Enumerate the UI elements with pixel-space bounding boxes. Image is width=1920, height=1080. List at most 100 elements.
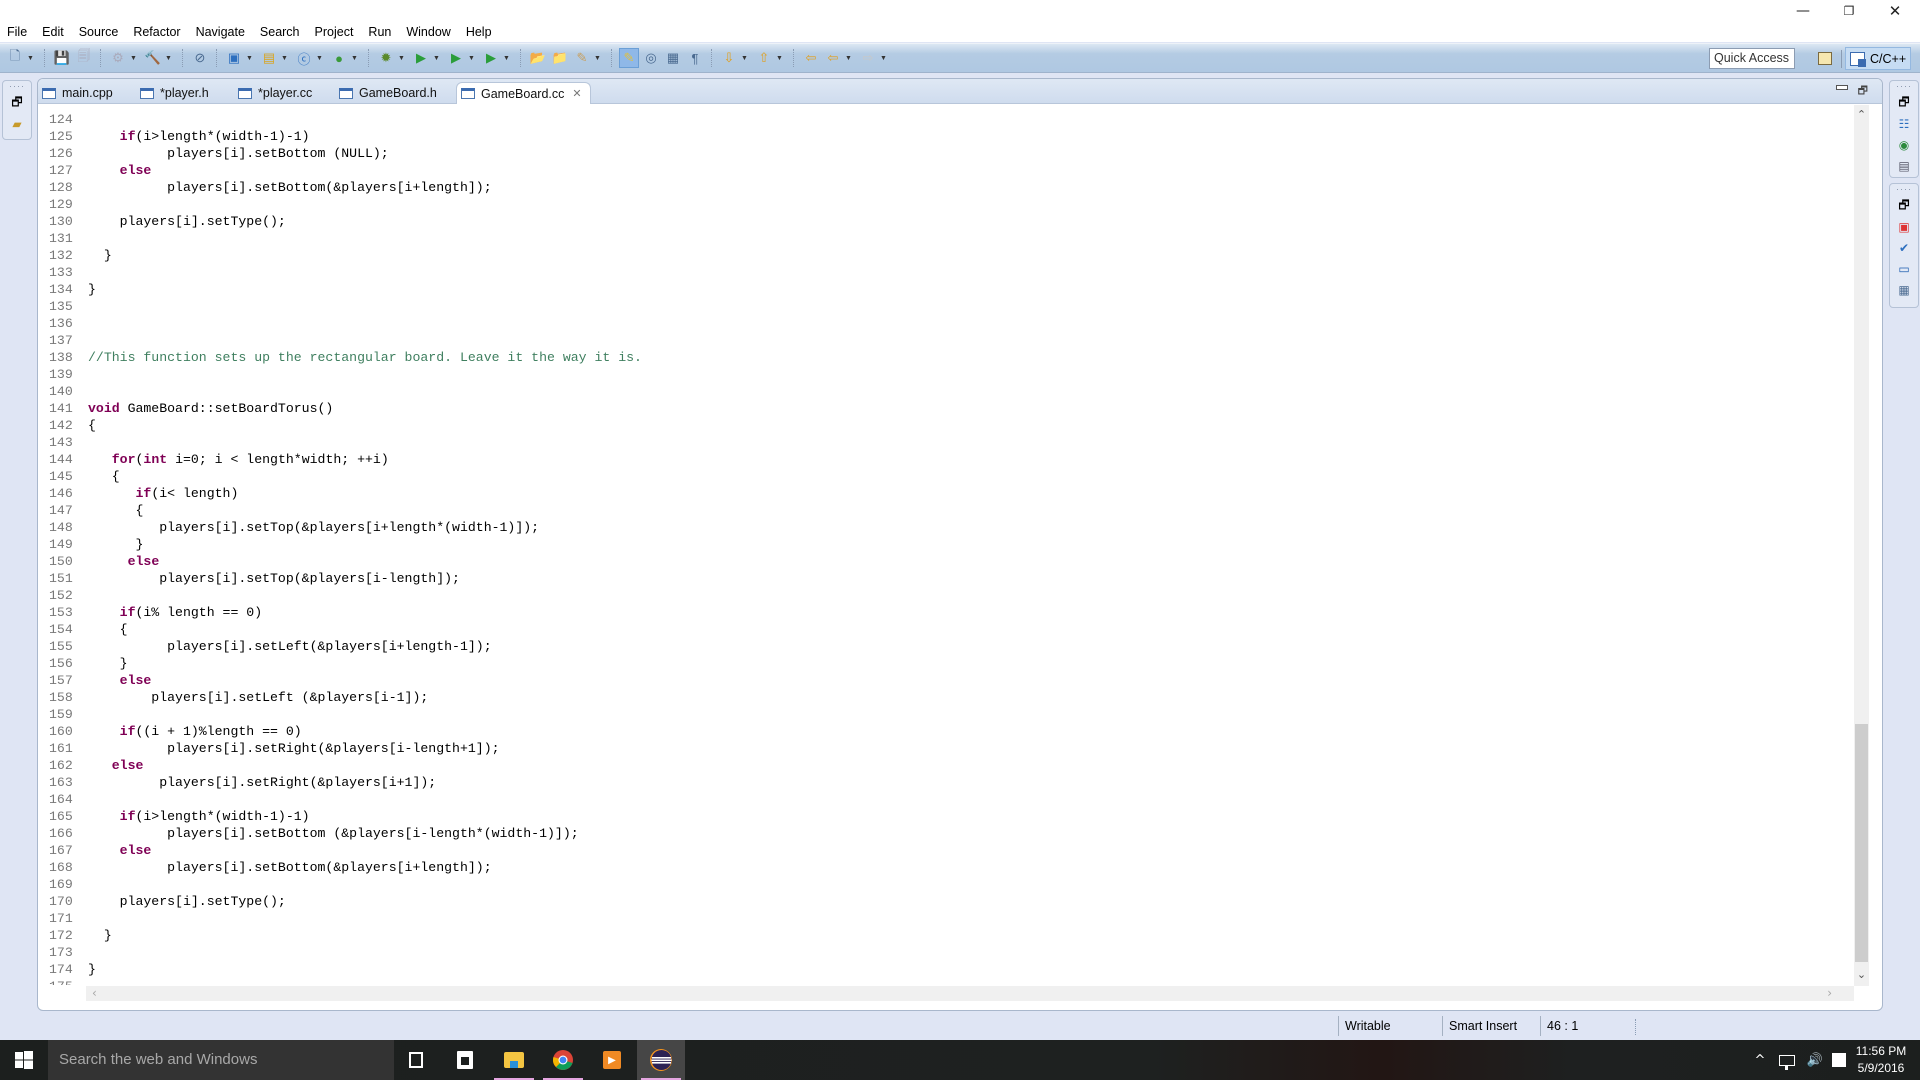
skip-breakpoints-button[interactable]: ⊘ [190, 48, 210, 68]
code-line[interactable]: 138 //This function sets up the rectangul… [38, 349, 1853, 366]
code-line[interactable]: 139 [38, 366, 1853, 383]
restore-icon[interactable]: 🗗 [1894, 197, 1914, 215]
external-tools-button[interactable]: ▶ [481, 48, 501, 68]
tasks-icon[interactable]: ✔ [1894, 239, 1914, 257]
code-line[interactable]: 151 players[i].setTop(&players[i-length]… [38, 570, 1853, 587]
open-element-button[interactable]: 📁 [550, 48, 570, 68]
block-selection-button[interactable]: ◎ [641, 48, 661, 68]
code-line[interactable]: 166 players[i].setBottom (&players[i-len… [38, 825, 1853, 842]
dropdown-arrow-icon[interactable]: ▼ [315, 55, 324, 62]
dropdown-arrow-icon[interactable]: ▼ [350, 55, 359, 62]
outline-icon[interactable]: ☷ [1894, 115, 1914, 133]
last-edit-button[interactable]: ⇦ [801, 48, 821, 68]
code-line[interactable]: 164 [38, 791, 1853, 808]
menu-project[interactable]: Project [315, 25, 354, 39]
code-line[interactable]: 155 players[i].setLeft(&players[i+length… [38, 638, 1853, 655]
code-line[interactable]: 174} [38, 961, 1853, 978]
scroll-down-icon[interactable]: ⌄ [1854, 968, 1869, 984]
dropdown-arrow-icon[interactable]: ▼ [844, 55, 853, 62]
debug-button[interactable]: ✹ [376, 48, 396, 68]
scroll-right-icon[interactable]: › [1827, 986, 1832, 1000]
trim-drag-handle[interactable]: ···· [3, 81, 31, 91]
close-window-button[interactable]: ✕ [1872, 0, 1918, 22]
code-line[interactable]: 148 players[i].setTop(&players[i+length*… [38, 519, 1853, 536]
restore-icon[interactable]: 🗗 [1894, 94, 1914, 112]
code-line[interactable]: 145 { [38, 468, 1853, 485]
dropdown-arrow-icon[interactable]: ▼ [26, 55, 35, 62]
taskbar-clock[interactable]: 11:56 PM 5/9/2016 [1850, 1043, 1912, 1077]
dropdown-arrow-icon[interactable]: ▼ [740, 55, 749, 62]
code-line[interactable]: 160 if((i + 1)%length == 0) [38, 723, 1853, 740]
show-source-button[interactable]: ▦ [663, 48, 683, 68]
code-line[interactable]: 169 [38, 876, 1853, 893]
vertical-scrollbar[interactable]: ⌃ ⌄ [1854, 105, 1869, 986]
include-browser-icon[interactable]: ▤ [1894, 157, 1914, 175]
dropdown-arrow-icon[interactable]: ▼ [129, 55, 138, 62]
code-line[interactable]: 132 } [38, 247, 1853, 264]
code-line[interactable]: 156 } [38, 655, 1853, 672]
code-line[interactable]: 146 if(i< length) [38, 485, 1853, 502]
properties-icon[interactable]: ▦ [1894, 281, 1914, 299]
tab-player-h[interactable]: *player.h [136, 82, 209, 104]
code-line[interactable]: 159 [38, 706, 1853, 723]
trim-drag-handle[interactable]: ···· [1890, 184, 1918, 194]
code-line[interactable]: 152 [38, 587, 1853, 604]
eclipse-button[interactable] [637, 1040, 685, 1080]
minimize-editor-button[interactable] [1836, 85, 1848, 90]
code-line[interactable]: 173 [38, 944, 1853, 961]
code-line[interactable]: 150 else [38, 553, 1853, 570]
console-icon[interactable]: ▭ [1894, 260, 1914, 278]
code-line[interactable]: 127 else [38, 162, 1853, 179]
dropdown-arrow-icon[interactable]: ▼ [467, 55, 476, 62]
new-source-folder-button[interactable]: ▤ [259, 48, 279, 68]
code-line[interactable]: 154 { [38, 621, 1853, 638]
dropdown-arrow-icon[interactable]: ▼ [397, 55, 406, 62]
task-view-button[interactable] [392, 1040, 440, 1080]
code-line[interactable]: 162 else [38, 757, 1853, 774]
code-line[interactable]: 149 } [38, 536, 1853, 553]
scroll-up-icon[interactable]: ⌃ [1854, 108, 1869, 124]
previous-annotation-button[interactable]: ⇧ [754, 48, 774, 68]
restore-icon[interactable]: 🗗 [7, 94, 27, 112]
new-cpp-project-button[interactable]: ▣ [224, 48, 244, 68]
code-line[interactable]: 136 [38, 315, 1853, 332]
dropdown-arrow-icon[interactable]: ▼ [280, 55, 289, 62]
code-line[interactable]: 153 if(i% length == 0) [38, 604, 1853, 621]
code-line[interactable]: 175 [38, 978, 1853, 985]
code-line[interactable]: 157 else [38, 672, 1853, 689]
new-button[interactable]: 🗋 [5, 48, 25, 68]
code-line[interactable]: 167 else [38, 842, 1853, 859]
open-type-button[interactable]: 📂 [528, 48, 548, 68]
menu-window[interactable]: Window [406, 25, 450, 39]
new-class-button[interactable]: ⓒ [294, 48, 314, 68]
dropdown-arrow-icon[interactable]: ▼ [245, 55, 254, 62]
project-explorer-icon[interactable]: ▰ [7, 115, 27, 133]
code-line[interactable]: 141 void GameBoard::setBoardTorus() [38, 400, 1853, 417]
code-line[interactable]: 158 players[i].setLeft (&players[i-1]); [38, 689, 1853, 706]
code-line[interactable]: 168 players[i].setBottom(&players[i+leng… [38, 859, 1853, 876]
code-line[interactable]: 125 if(i>length*(width-1)-1) [38, 128, 1853, 145]
quick-access-input[interactable]: Quick Access [1709, 48, 1795, 69]
code-line[interactable]: 135 [38, 298, 1853, 315]
code-line[interactable]: 140 [38, 383, 1853, 400]
menu-refactor[interactable]: Refactor [133, 25, 180, 39]
menu-source[interactable]: Source [79, 25, 119, 39]
code-line[interactable]: 128 players[i].setBottom(&players[i+leng… [38, 179, 1853, 196]
dropdown-arrow-icon[interactable]: ▼ [593, 55, 602, 62]
maximize-editor-button[interactable]: 🗗 [1858, 82, 1868, 101]
horizontal-scrollbar[interactable]: ‹ › [86, 986, 1854, 1001]
code-line[interactable]: 161 players[i].setRight(&players[i-lengt… [38, 740, 1853, 757]
code-line[interactable]: 134} [38, 281, 1853, 298]
minimize-window-button[interactable]: — [1780, 0, 1826, 22]
run-button[interactable]: ▶ [411, 48, 431, 68]
open-perspective-button[interactable] [1815, 48, 1835, 68]
vertical-scroll-thumb[interactable] [1855, 723, 1868, 962]
restore-window-button[interactable]: ❐ [1826, 0, 1872, 22]
dropdown-arrow-icon[interactable]: ▼ [164, 55, 173, 62]
menu-navigate[interactable]: Navigate [196, 25, 245, 39]
dropdown-arrow-icon[interactable]: ▼ [879, 55, 888, 62]
code-line[interactable]: 130 players[i].setType(); [38, 213, 1853, 230]
start-button[interactable] [0, 1040, 48, 1080]
menu-run[interactable]: Run [368, 25, 391, 39]
code-line[interactable]: 131 [38, 230, 1853, 247]
